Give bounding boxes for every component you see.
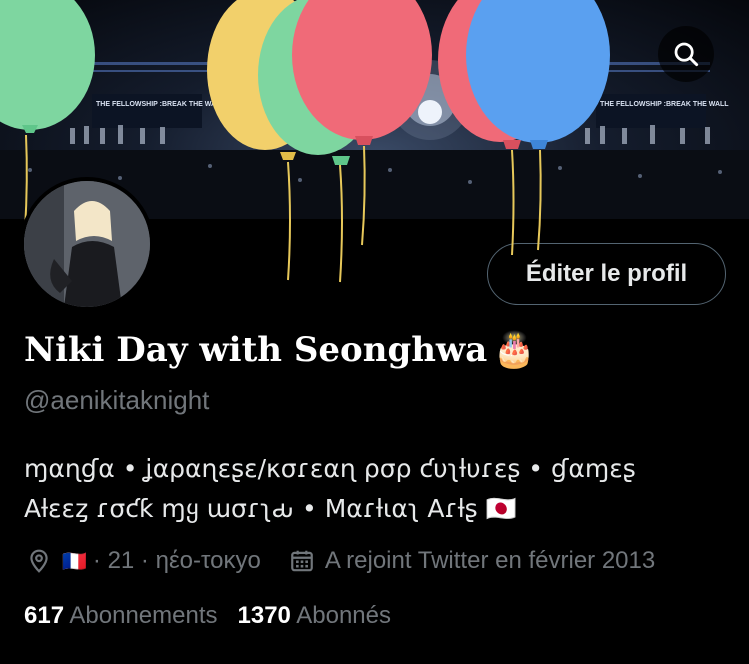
joined-text: A rejoint Twitter en février 2013	[324, 547, 656, 574]
profile-avatar[interactable]	[20, 177, 154, 311]
display-name-text: Niki Day with Seonghwa	[24, 330, 488, 370]
followers-label: Abonnés	[296, 602, 391, 629]
edit-profile-button[interactable]: Éditer le profil	[487, 243, 726, 305]
following-link[interactable]: 617 Abonnements	[24, 602, 218, 629]
follow-stats: 617 Abonnements 1370 Abonnés	[24, 602, 391, 630]
followers-count: 1370	[237, 602, 291, 629]
profile-handle: @aenikitaknight	[24, 385, 210, 415]
display-name: Niki Day with Seonghwa 🎂	[24, 330, 536, 370]
following-count: 617	[24, 602, 65, 629]
search-button[interactable]	[658, 26, 714, 82]
france-flag-icon: 🇫🇷	[62, 549, 87, 573]
join-date: A rejoint Twitter en février 2013	[289, 547, 655, 575]
stage-text-left: THE FELLOWSHIP :BREAK THE WALL	[96, 101, 225, 108]
stage-text-right: THE FELLOWSHIP :BREAK THE WALL	[600, 101, 729, 108]
location-text: · 21 · ηέο-τοκуο	[92, 547, 261, 574]
calendar-icon	[289, 548, 315, 574]
search-icon	[674, 42, 699, 67]
bio-line-1: ɱαɳɠα • ʝαραɳεʂε/κσɾεαɳ ρσρ ƈυʅƚυɾεʂ • ɠ…	[24, 454, 636, 483]
birthday-cake-icon: 🎂	[493, 330, 536, 370]
arrow-left-icon	[52, 45, 73, 65]
location-pin-icon	[26, 548, 52, 574]
bio-line-2: Aƚεεȥ ɾσƈƙ ɱყ ɯσɾʅԃ • Mαɾƚιαʅ Aɾƚʂ 🇯🇵	[24, 494, 517, 523]
following-label: Abonnements	[69, 602, 218, 629]
profile-meta: 🇫🇷 · 21 · ηέο-τοκуο A rejoint Twitter en…	[26, 544, 655, 578]
followers-link[interactable]: 1370 Abonnés	[238, 602, 391, 629]
back-button[interactable]	[38, 30, 88, 80]
avatar-image	[24, 181, 150, 307]
